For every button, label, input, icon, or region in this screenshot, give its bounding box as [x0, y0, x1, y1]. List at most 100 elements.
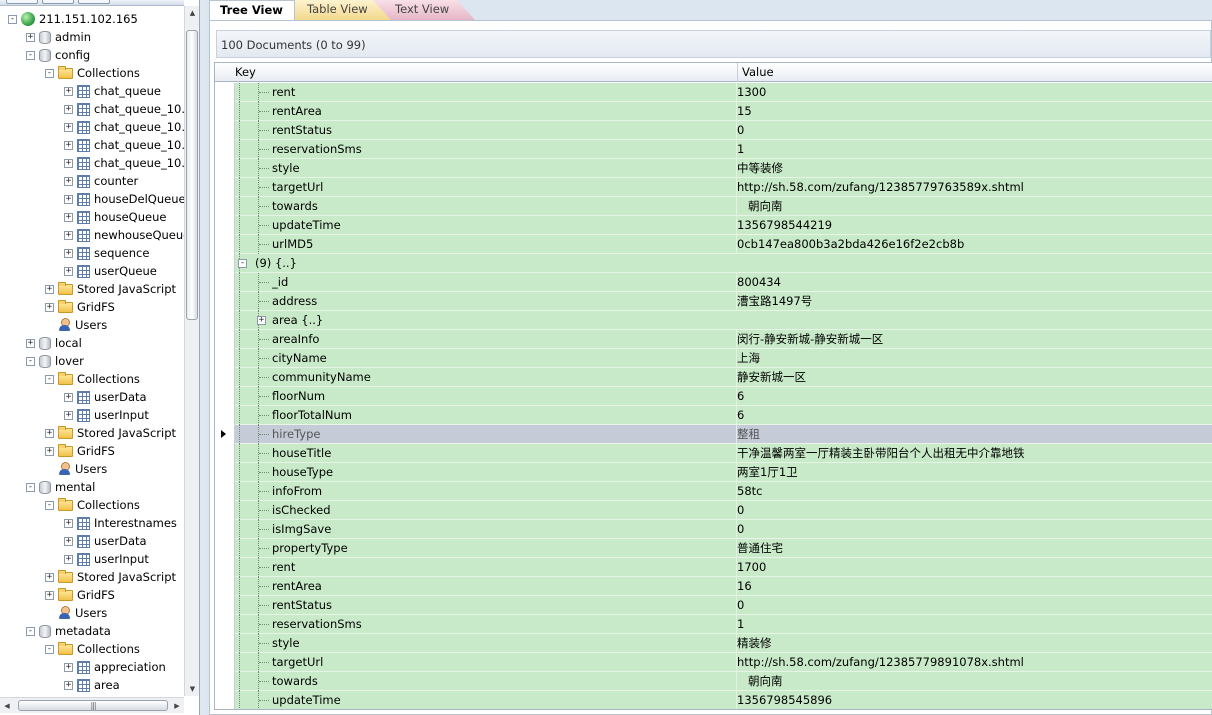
- tree-node-coll[interactable]: + houseQueue: [64, 208, 166, 226]
- tree-node-coll[interactable]: + chat_queue_10.: [64, 154, 184, 172]
- tree-node-user[interactable]: Users: [45, 316, 107, 334]
- grid-row[interactable]: - (9) {..}: [215, 254, 1212, 273]
- expand-icon[interactable]: +: [64, 176, 73, 186]
- expand-icon[interactable]: +: [45, 572, 54, 582]
- tree-node-coll[interactable]: + counter: [64, 172, 138, 190]
- grid-row[interactable]: towards 朝向南: [215, 672, 1212, 691]
- tree-server-node[interactable]: - 211.151.102.165: [8, 10, 138, 28]
- expand-icon[interactable]: +: [64, 536, 73, 546]
- collapse-icon[interactable]: -: [8, 14, 17, 24]
- scroll-down-icon[interactable]: ▼: [185, 682, 200, 696]
- scroll-right-icon[interactable]: ▶: [170, 698, 184, 714]
- grid-row[interactable]: infoFrom 58tc: [215, 482, 1212, 501]
- expand-icon[interactable]: +: [64, 392, 73, 402]
- expand-icon[interactable]: +: [64, 680, 73, 690]
- row-selector[interactable]: [215, 254, 235, 273]
- grid-row[interactable]: updateTime 1356798544219: [215, 216, 1212, 235]
- expand-icon[interactable]: +: [64, 122, 73, 132]
- row-selector[interactable]: [215, 615, 235, 634]
- tree-node-user[interactable]: Users: [45, 460, 107, 478]
- grid-row[interactable]: houseTitle 干净温馨两室一厅精装主卧带阳台个人出租无中介靠地铁: [215, 444, 1212, 463]
- row-selector[interactable]: [215, 520, 235, 539]
- tree-node-coll[interactable]: + sequence: [64, 244, 149, 262]
- row-selector[interactable]: [215, 425, 235, 444]
- row-selector[interactable]: [215, 577, 235, 596]
- scrollbar-thumb[interactable]: [186, 30, 198, 320]
- row-selector[interactable]: [215, 330, 235, 349]
- tree-node-folder[interactable]: + Stored JavaScript: [45, 280, 176, 298]
- row-selector[interactable]: [215, 273, 235, 292]
- row-selector[interactable]: [215, 216, 235, 235]
- row-selector[interactable]: [215, 121, 235, 140]
- collapse-icon[interactable]: -: [26, 626, 35, 636]
- grid-row[interactable]: areaInfo 闵行-静安新城-静安新城一区: [215, 330, 1212, 349]
- tree-node-folder[interactable]: - Collections: [45, 64, 140, 82]
- tree-node-folder[interactable]: - Collections: [45, 640, 140, 658]
- scroll-up-icon[interactable]: ▲: [185, 6, 200, 20]
- row-selector[interactable]: [215, 634, 235, 653]
- expand-icon[interactable]: +: [64, 158, 73, 168]
- grid-row[interactable]: towards 朝向南: [215, 197, 1212, 216]
- expand-icon[interactable]: +: [257, 316, 266, 325]
- tree-node-coll[interactable]: + chat_queue_10.: [64, 136, 184, 154]
- expand-icon[interactable]: +: [64, 104, 73, 114]
- row-selector[interactable]: [215, 349, 235, 368]
- grid-row[interactable]: isChecked 0: [215, 501, 1212, 520]
- tree-node-db[interactable]: + admin: [26, 28, 91, 46]
- grid-row[interactable]: reservationSms 1: [215, 140, 1212, 159]
- expand-icon[interactable]: +: [64, 248, 73, 258]
- collapse-icon[interactable]: -: [45, 374, 54, 384]
- collapse-icon[interactable]: -: [26, 482, 35, 492]
- tree-horizontal-scrollbar[interactable]: ◀ ||| ▶: [0, 697, 184, 713]
- expand-icon[interactable]: +: [45, 590, 54, 600]
- grid-row[interactable]: rent 1300: [215, 83, 1212, 102]
- expand-icon[interactable]: +: [64, 518, 73, 528]
- row-selector[interactable]: [215, 368, 235, 387]
- grid-row[interactable]: address 漕宝路1497号: [215, 292, 1212, 311]
- row-selector[interactable]: [215, 197, 235, 216]
- collapse-icon[interactable]: -: [45, 500, 54, 510]
- grid-row[interactable]: rentArea 16: [215, 577, 1212, 596]
- grid-row[interactable]: cityName 上海: [215, 349, 1212, 368]
- grid-row[interactable]: updateTime 1356798545896: [215, 691, 1212, 709]
- collapse-icon[interactable]: -: [26, 356, 35, 366]
- expand-icon[interactable]: +: [45, 446, 54, 456]
- grid-row[interactable]: urlMD5 0cb147ea800b3a2bda426e16f2e2cb8b: [215, 235, 1212, 254]
- row-selector[interactable]: [215, 178, 235, 197]
- toolbar-button[interactable]: [78, 0, 110, 4]
- row-selector[interactable]: [215, 501, 235, 520]
- tree-node-coll[interactable]: + newhouseQueue: [64, 226, 184, 244]
- tab-tree-view[interactable]: Tree View: [209, 0, 295, 20]
- grid-row[interactable]: _id 800434: [215, 273, 1212, 292]
- row-selector[interactable]: [215, 311, 235, 330]
- expand-icon[interactable]: +: [64, 212, 73, 222]
- scroll-left-icon[interactable]: ◀: [0, 698, 14, 714]
- tree-node-coll[interactable]: + chat_queue_10.: [64, 118, 184, 136]
- tree-node-coll[interactable]: + appreciation: [64, 658, 166, 676]
- row-selector[interactable]: [215, 653, 235, 672]
- expand-icon[interactable]: +: [64, 194, 73, 204]
- tree-node-folder[interactable]: + Stored JavaScript: [45, 424, 176, 442]
- row-selector[interactable]: [215, 463, 235, 482]
- row-selector[interactable]: [215, 558, 235, 577]
- expand-icon[interactable]: +: [45, 302, 54, 312]
- expand-icon[interactable]: +: [64, 86, 73, 96]
- value-column-header[interactable]: Value: [737, 63, 774, 82]
- grid-row[interactable]: style 精装修: [215, 634, 1212, 653]
- grid-row[interactable]: isImgSave 0: [215, 520, 1212, 539]
- tree-node-coll[interactable]: + houseDelQueue: [64, 190, 184, 208]
- toolbar-button[interactable]: [42, 0, 74, 4]
- grid-row[interactable]: rent 1700: [215, 558, 1212, 577]
- row-selector[interactable]: [215, 159, 235, 178]
- grid-row[interactable]: hireType 整租: [215, 425, 1212, 444]
- grid-row[interactable]: targetUrl http://sh.58.com/zufang/1238577…: [215, 178, 1212, 197]
- grid-row[interactable]: propertyType 普通住宅: [215, 539, 1212, 558]
- grid-row[interactable]: floorTotalNum 6: [215, 406, 1212, 425]
- tree-node-db[interactable]: + local: [26, 334, 82, 352]
- grid-row[interactable]: rentArea 15: [215, 102, 1212, 121]
- scrollbar-thumb[interactable]: |||: [18, 700, 168, 711]
- tree-node-db[interactable]: - metadata: [26, 622, 111, 640]
- tree-vertical-scrollbar[interactable]: ▲ ▼: [184, 6, 199, 696]
- grid-row[interactable]: houseType 两室1厅1卫: [215, 463, 1212, 482]
- tree-node-folder[interactable]: - Collections: [45, 370, 140, 388]
